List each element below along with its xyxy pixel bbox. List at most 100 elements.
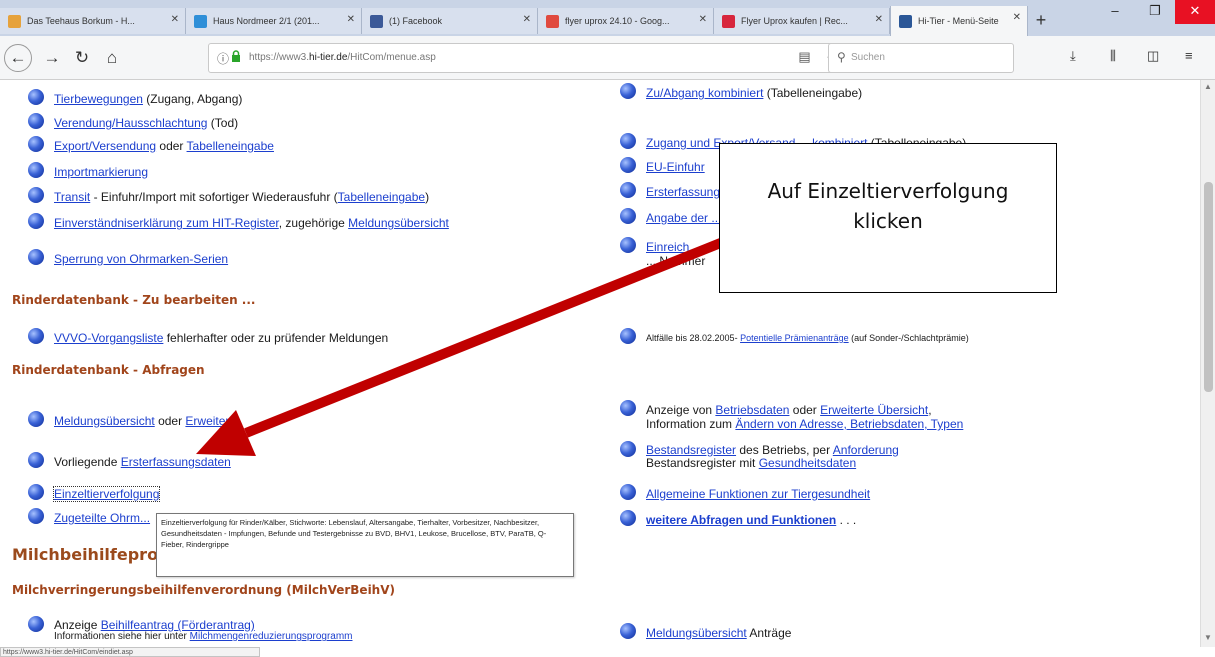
ersterfassung-link[interactable]: Ersterfassung (646, 185, 720, 199)
callout-line-1: Auf Einzeltierverfolgung (767, 179, 1009, 203)
url-text[interactable]: https://www3.hi-tier.de/HitCom/menue.asp (249, 52, 436, 63)
einzeltierverfolgung-link[interactable]: Einzeltierverfolgung (54, 487, 159, 501)
tab-haus-nordmeer[interactable]: Haus Nordmeer 2/1 (201... ✕ (186, 8, 362, 34)
tierbewegungen-link[interactable]: Tierbewegungen (54, 92, 143, 106)
callout-line-2: klicken (853, 209, 923, 233)
tab-favicon-icon (546, 14, 559, 28)
betriebsdaten-link[interactable]: Betriebsdaten (715, 403, 789, 417)
tab-label: Hi-Tier - Menü-Seite (918, 16, 999, 26)
anforderung-link[interactable]: Anforderung (833, 443, 899, 457)
bestandsregister-link[interactable]: Bestandsregister (646, 443, 736, 457)
bullet-icon (28, 89, 44, 105)
bullet-icon (28, 484, 44, 500)
maximize-button[interactable]: ❐ (1135, 0, 1175, 24)
importmarkierung-link[interactable]: Importmarkierung (54, 165, 148, 179)
tab-label: Flyer Uprox kaufen | Rec... (741, 16, 848, 26)
forward-button[interactable]: → (38, 44, 66, 72)
bullet-icon (620, 237, 636, 253)
praemienantraege-link[interactable]: Potentielle Prämienanträge (740, 333, 849, 343)
export-link[interactable]: Export/Versendung (54, 139, 156, 153)
transit-link[interactable]: Transit (54, 190, 90, 204)
tiergesundheit-link[interactable]: Allgemeine Funktionen zur Tiergesundheit (646, 487, 870, 501)
close-tab-icon[interactable]: ✕ (875, 14, 883, 25)
angabe-link[interactable]: Angabe der ... (646, 211, 721, 225)
vvvo-vorgangsliste-link[interactable]: VVVO-Vorgangsliste (54, 331, 163, 345)
bullet-icon (28, 508, 44, 524)
transit-table-link[interactable]: Tabelleneingabe (338, 190, 425, 204)
home-button[interactable]: ⌂ (98, 44, 126, 72)
search-icon: ⚲ (837, 50, 846, 64)
minimize-button[interactable]: – (1095, 0, 1135, 24)
einverstaendnis-link[interactable]: Einverständniserklärung zum HIT-Register (54, 216, 279, 230)
bullet-icon (28, 411, 44, 427)
tab-favicon-icon (8, 14, 21, 28)
meldungsuebersicht-link[interactable]: Meldungsübersicht (348, 216, 449, 230)
tab-label: Haus Nordmeer 2/1 (201... (213, 16, 320, 26)
eu-einfuhr-link[interactable]: EU-Einfuhr (646, 160, 705, 174)
scroll-down-icon[interactable]: ▼ (1204, 633, 1212, 642)
section-heading-milchverbeihv: Milchverringerungsbeihilfenverordnung (M… (12, 583, 395, 597)
tab-google-search[interactable]: flyer uprox 24.10 - Goog... ✕ (538, 8, 714, 34)
tab-teehaus[interactable]: Das Teehaus Borkum - H... ✕ (0, 8, 186, 34)
bullet-icon (620, 328, 636, 344)
bullet-icon (620, 484, 636, 500)
zugeteilte-ohrmarken-link[interactable]: Zugeteilte Ohrm... (54, 511, 150, 525)
address-bar[interactable]: ⓘ https://www3.hi-tier.de/HitCom/menue.a… (208, 43, 922, 73)
verendung-link[interactable]: Verendung/Hausschlachtung (54, 116, 207, 130)
bullet-icon (28, 328, 44, 344)
info-icon[interactable]: ⓘ (217, 50, 229, 67)
bullet-icon (620, 133, 636, 149)
bullet-icon (620, 83, 636, 99)
sperrung-link[interactable]: Sperrung von Ohrmarken-Serien (54, 252, 228, 266)
close-tab-icon[interactable]: ✕ (171, 14, 179, 25)
bullet-icon (28, 162, 44, 178)
beihilfeantrag-link[interactable]: Beihilfeantrag (Förderantrag) (101, 618, 255, 632)
weitere-abfragen-link[interactable]: weitere Abfragen und Funktionen (646, 513, 836, 527)
sidebar-icon[interactable]: ◫ (1147, 48, 1159, 64)
scroll-thumb[interactable] (1204, 182, 1213, 392)
adresse-aendern-link[interactable]: Ändern von Adresse, Betriebsdaten, Typen (735, 417, 963, 431)
scroll-up-icon[interactable]: ▲ (1204, 82, 1212, 91)
bullet-icon (620, 157, 636, 173)
bullet-icon (28, 452, 44, 468)
einreichung-link[interactable]: Einreich... (646, 240, 699, 254)
bullet-icon (28, 187, 44, 203)
bullet-icon (28, 136, 44, 152)
download-icon[interactable]: ⤓ (1070, 48, 1076, 64)
bullet-icon (620, 182, 636, 198)
erweitert-link[interactable]: Erweitert (185, 414, 232, 428)
close-tab-icon[interactable]: ✕ (1013, 12, 1021, 23)
library-icon[interactable]: ⫼ (1110, 48, 1116, 64)
vertical-scrollbar[interactable]: ▲ ▼ (1200, 80, 1215, 647)
bullet-icon (620, 510, 636, 526)
meldungsuebersicht-antraege-link[interactable]: Meldungsübersicht (646, 626, 747, 640)
close-tab-icon[interactable]: ✕ (523, 14, 531, 25)
tab-hi-tier[interactable]: Hi-Tier - Menü-Seite ✕ (890, 6, 1028, 36)
ersterfassungsdaten-link[interactable]: Ersterfassungsdaten (121, 455, 231, 469)
tab-label: (1) Facebook (389, 16, 443, 26)
back-button[interactable]: ← (4, 44, 32, 72)
close-tab-icon[interactable]: ✕ (699, 14, 707, 25)
meldungsuebersicht-abfrage-link[interactable]: Meldungsübersicht (54, 414, 155, 428)
tab-favicon-icon (899, 14, 912, 28)
tooltip: Einzeltierverfolgung für Rinder/Kälber, … (156, 513, 574, 577)
tab-flyer-uprox[interactable]: Flyer Uprox kaufen | Rec... ✕ (714, 8, 890, 34)
tab-facebook[interactable]: (1) Facebook ✕ (362, 8, 538, 34)
tab-favicon-icon (194, 14, 207, 28)
zu-abgang-link[interactable]: Zu/Abgang kombiniert (646, 86, 763, 100)
bullet-icon (28, 249, 44, 265)
section-heading-abfragen: Rinderdatenbank - Abfragen (12, 363, 205, 377)
bullet-icon (620, 400, 636, 416)
navigation-bar: ← → ↻ ⌂ ⓘ https://www3.hi-tier.de/HitCom… (0, 36, 1215, 80)
new-tab-button[interactable]: + (1030, 9, 1052, 31)
export-table-link[interactable]: Tabelleneingabe (187, 139, 274, 153)
reload-button[interactable]: ↻ (68, 44, 96, 72)
erweiterte-uebersicht-link[interactable]: Erweiterte Übersicht (820, 403, 928, 417)
close-window-button[interactable]: ✕ (1175, 0, 1215, 24)
bullet-icon (28, 213, 44, 229)
search-input[interactable]: ⚲ Suchen (828, 43, 1014, 73)
gesundheitsdaten-link[interactable]: Gesundheitsdaten (759, 456, 856, 470)
close-tab-icon[interactable]: ✕ (347, 14, 355, 25)
menu-icon[interactable]: ≡ (1185, 48, 1193, 63)
milchmengenreduzierung-link[interactable]: Milchmengenreduzierungsprogramm (190, 631, 353, 642)
